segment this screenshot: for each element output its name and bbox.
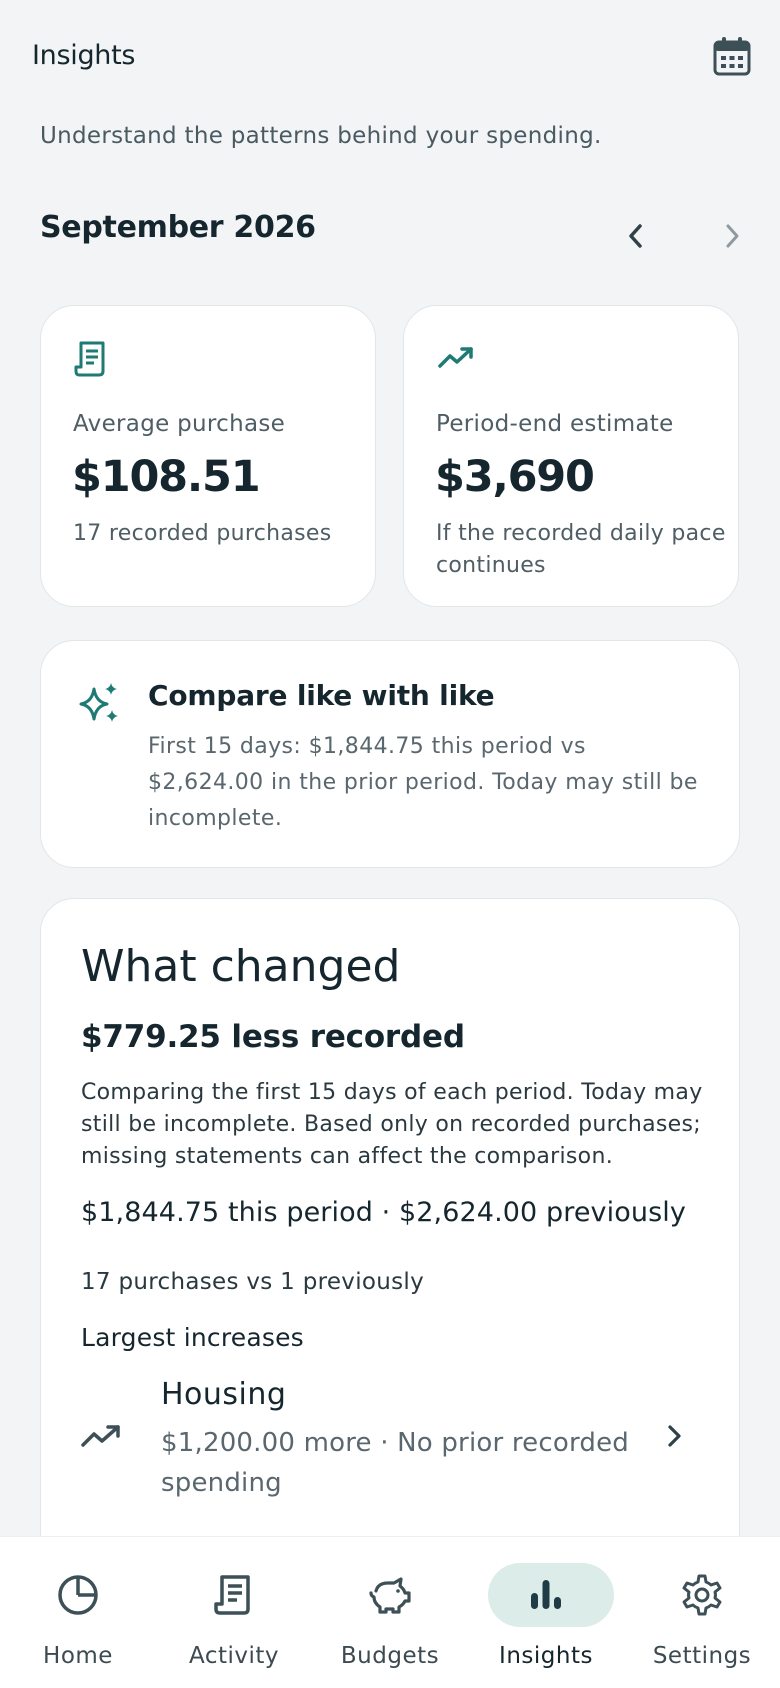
- purchase-counts: 17 purchases vs 1 previously: [81, 1269, 425, 1295]
- trending-up-icon: [438, 347, 473, 368]
- compare-title: Compare like with like: [148, 679, 495, 712]
- stat-note: If the recorded daily pace continues: [436, 521, 726, 578]
- nav-item-insights[interactable]: Insights: [476, 1563, 616, 1673]
- nav-item-activity[interactable]: Activity: [164, 1563, 304, 1673]
- receipt-icon: [214, 1575, 250, 1615]
- section-heading: What changed: [81, 941, 401, 992]
- nav-label: Activity: [188, 1643, 279, 1669]
- gear-icon: [682, 1574, 722, 1616]
- top-app-bar: Insights: [0, 0, 780, 118]
- stat-label: Average purchase: [73, 411, 286, 437]
- category-name: Housing: [161, 1377, 287, 1412]
- nav-item-settings[interactable]: Settings: [632, 1563, 772, 1673]
- next-period-button[interactable]: [706, 210, 758, 262]
- stat-value: $3,690: [435, 452, 595, 502]
- chevron-left-icon: [629, 224, 642, 248]
- category-change-detail: $1,200.00 more · No prior recorded spend…: [161, 1428, 629, 1498]
- nav-label: Insights: [499, 1643, 593, 1669]
- calendar-icon: [713, 37, 751, 76]
- stat-value: $108.51: [72, 452, 261, 502]
- chevron-right-icon: [657, 1419, 691, 1453]
- stat-note: 17 recorded purchases: [73, 521, 332, 546]
- stat-label: Period-end estimate: [436, 411, 674, 437]
- period-selector: September 2026: [40, 210, 740, 260]
- previous-period-button[interactable]: [610, 210, 662, 262]
- calendar-button[interactable]: [710, 34, 754, 78]
- nav-label: Settings: [652, 1643, 752, 1669]
- largest-increases-label: Largest increases: [81, 1323, 304, 1352]
- nav-item-home[interactable]: Home: [8, 1563, 148, 1673]
- page-subtitle: Understand the patterns behind your spen…: [40, 123, 602, 149]
- trending-up-icon: [81, 1425, 120, 1447]
- period-totals: $1,844.75 this period · $2,624.00 previo…: [81, 1197, 686, 1228]
- nav-item-budgets[interactable]: Budgets: [320, 1563, 460, 1673]
- change-summary: $779.25 less recorded: [81, 1019, 465, 1055]
- period-end-estimate-card: Period-end estimate $3,690 If the record…: [403, 305, 739, 607]
- nav-label: Budgets: [340, 1643, 440, 1669]
- period-label: September 2026: [40, 210, 316, 245]
- piggy-bank-icon: [369, 1577, 411, 1614]
- chevron-right-icon: [726, 224, 739, 248]
- bottom-navigation: Home Activity Budgets Insights Settings: [0, 1536, 780, 1688]
- bar-chart-icon: [531, 1580, 561, 1609]
- compare-like-with-like-card: Compare like with like First 15 days: $1…: [40, 640, 740, 868]
- average-purchase-card: Average purchase $108.51 17 recorded pur…: [40, 305, 376, 607]
- change-description: Comparing the first 15 days of each peri…: [81, 1080, 703, 1169]
- nav-label: Home: [43, 1643, 113, 1669]
- compare-body: First 15 days: $1,844.75 this period vs …: [148, 734, 698, 831]
- pie-chart-icon: [58, 1575, 98, 1615]
- page-title: Insights: [32, 40, 136, 71]
- sparkles-icon: [79, 683, 118, 722]
- receipt-icon: [74, 341, 105, 377]
- increase-item-housing[interactable]: Housing $1,200.00 more · No prior record…: [41, 1369, 741, 1509]
